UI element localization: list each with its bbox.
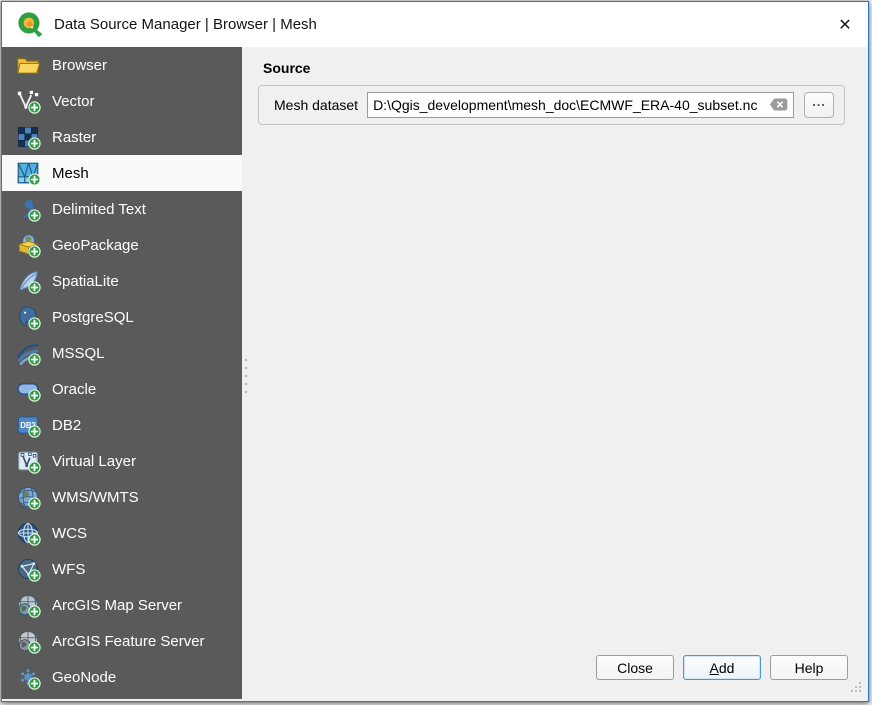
- sidebar: Browser Vector Raster Mesh Delimited Tex…: [2, 47, 242, 699]
- sidebar-item-mssql[interactable]: MSSQL: [2, 335, 242, 371]
- geopackage-icon: [15, 232, 41, 258]
- sidebar-item-label: Virtual Layer: [52, 453, 136, 470]
- sidebar-item-label: GeoPackage: [52, 237, 139, 254]
- sidebar-item-geopackage[interactable]: GeoPackage: [2, 227, 242, 263]
- sidebar-item-db2[interactable]: DB2 DB2: [2, 407, 242, 443]
- sidebar-item-raster[interactable]: Raster: [2, 119, 242, 155]
- wfs-icon: [15, 556, 41, 582]
- sidebar-item-vector[interactable]: Vector: [2, 83, 242, 119]
- sidebar-item-virtual-layer[interactable]: Virtual Layer: [2, 443, 242, 479]
- sidebar-item-label: ArcGIS Feature Server: [52, 633, 205, 650]
- browse-button[interactable]: ...: [804, 92, 834, 118]
- sidebar-item-label: PostgreSQL: [52, 309, 134, 326]
- sidebar-item-label: GeoNode: [52, 669, 116, 686]
- oracle-icon: [15, 376, 41, 402]
- sidebar-item-label: Vector: [52, 93, 95, 110]
- sidebar-item-label: SpatiaLite: [52, 273, 119, 290]
- raster-icon: [15, 124, 41, 150]
- sidebar-item-arcgis-feature-server[interactable]: ArcGIS Feature Server: [2, 623, 242, 659]
- wms-wmts-icon: [15, 484, 41, 510]
- sidebar-item-label: WMS/WMTS: [52, 489, 139, 506]
- virtual-layer-icon: [15, 448, 41, 474]
- help-button[interactable]: Help: [770, 655, 848, 680]
- mesh-icon: [15, 160, 41, 186]
- add-button[interactable]: Add: [683, 655, 761, 680]
- mesh-dataset-input[interactable]: [368, 93, 793, 117]
- delimited-text-icon: [15, 196, 41, 222]
- sidebar-item-mesh[interactable]: Mesh: [2, 155, 242, 191]
- spatialite-icon: [15, 268, 41, 294]
- folder-icon: [15, 52, 41, 78]
- data-source-manager-window: Data Source Manager | Browser | Mesh ✕ B…: [1, 1, 869, 702]
- sidebar-item-label: MSSQL: [52, 345, 105, 362]
- sidebar-item-wcs[interactable]: WCS: [2, 515, 242, 551]
- qgis-logo-icon: [17, 11, 44, 38]
- mssql-icon: [15, 340, 41, 366]
- sidebar-item-label: ArcGIS Map Server: [52, 597, 182, 614]
- source-groupbox: Mesh dataset ...: [258, 85, 845, 125]
- sidebar-item-browser[interactable]: Browser: [2, 47, 242, 83]
- dialog-buttons: Close Add Help: [596, 655, 848, 680]
- sidebar-item-label: Raster: [52, 129, 96, 146]
- sidebar-item-label: Browser: [52, 57, 107, 74]
- geonode-icon: [15, 664, 41, 690]
- close-button[interactable]: Close: [596, 655, 674, 680]
- content-pane: Source Mesh dataset ...: [242, 47, 868, 699]
- sidebar-item-label: Delimited Text: [52, 201, 146, 218]
- close-button[interactable]: ✕: [822, 2, 868, 47]
- sidebar-item-wms-wmts[interactable]: WMS/WMTS: [2, 479, 242, 515]
- dialog-body: Browser Vector Raster Mesh Delimited Tex…: [2, 47, 868, 699]
- source-section-title: Source: [263, 60, 310, 76]
- vector-icon: [15, 88, 41, 114]
- sidebar-item-delimited-text[interactable]: Delimited Text: [2, 191, 242, 227]
- db2-icon: DB2: [15, 412, 41, 438]
- window-title: Data Source Manager | Browser | Mesh: [54, 16, 317, 33]
- sidebar-item-spatialite[interactable]: SpatiaLite: [2, 263, 242, 299]
- titlebar[interactable]: Data Source Manager | Browser | Mesh ✕: [2, 2, 868, 47]
- screen: Data Source Manager | Browser | Mesh ✕ B…: [0, 0, 872, 705]
- sidebar-item-oracle[interactable]: Oracle: [2, 371, 242, 407]
- sidebar-item-arcgis-map-server[interactable]: ArcGIS Map Server: [2, 587, 242, 623]
- sidebar-item-geonode[interactable]: GeoNode: [2, 659, 242, 695]
- sidebar-item-label: Oracle: [52, 381, 96, 398]
- arcgis-feature-server-icon: [15, 628, 41, 654]
- sidebar-item-postgresql[interactable]: PostgreSQL: [2, 299, 242, 335]
- resize-grip[interactable]: [848, 679, 864, 695]
- mesh-dataset-label: Mesh dataset: [274, 97, 358, 113]
- mesh-dataset-input-wrap: [367, 92, 794, 118]
- sidebar-item-label: DB2: [52, 417, 81, 434]
- sidebar-item-label: WCS: [52, 525, 87, 542]
- sidebar-item-label: WFS: [52, 561, 85, 578]
- clear-input-icon[interactable]: [769, 98, 788, 111]
- sidebar-item-wfs[interactable]: WFS: [2, 551, 242, 587]
- sidebar-item-label: Mesh: [52, 165, 89, 182]
- wcs-icon: [15, 520, 41, 546]
- arcgis-map-server-icon: [15, 592, 41, 618]
- splitter-handle[interactable]: [244, 359, 248, 397]
- postgresql-icon: [15, 304, 41, 330]
